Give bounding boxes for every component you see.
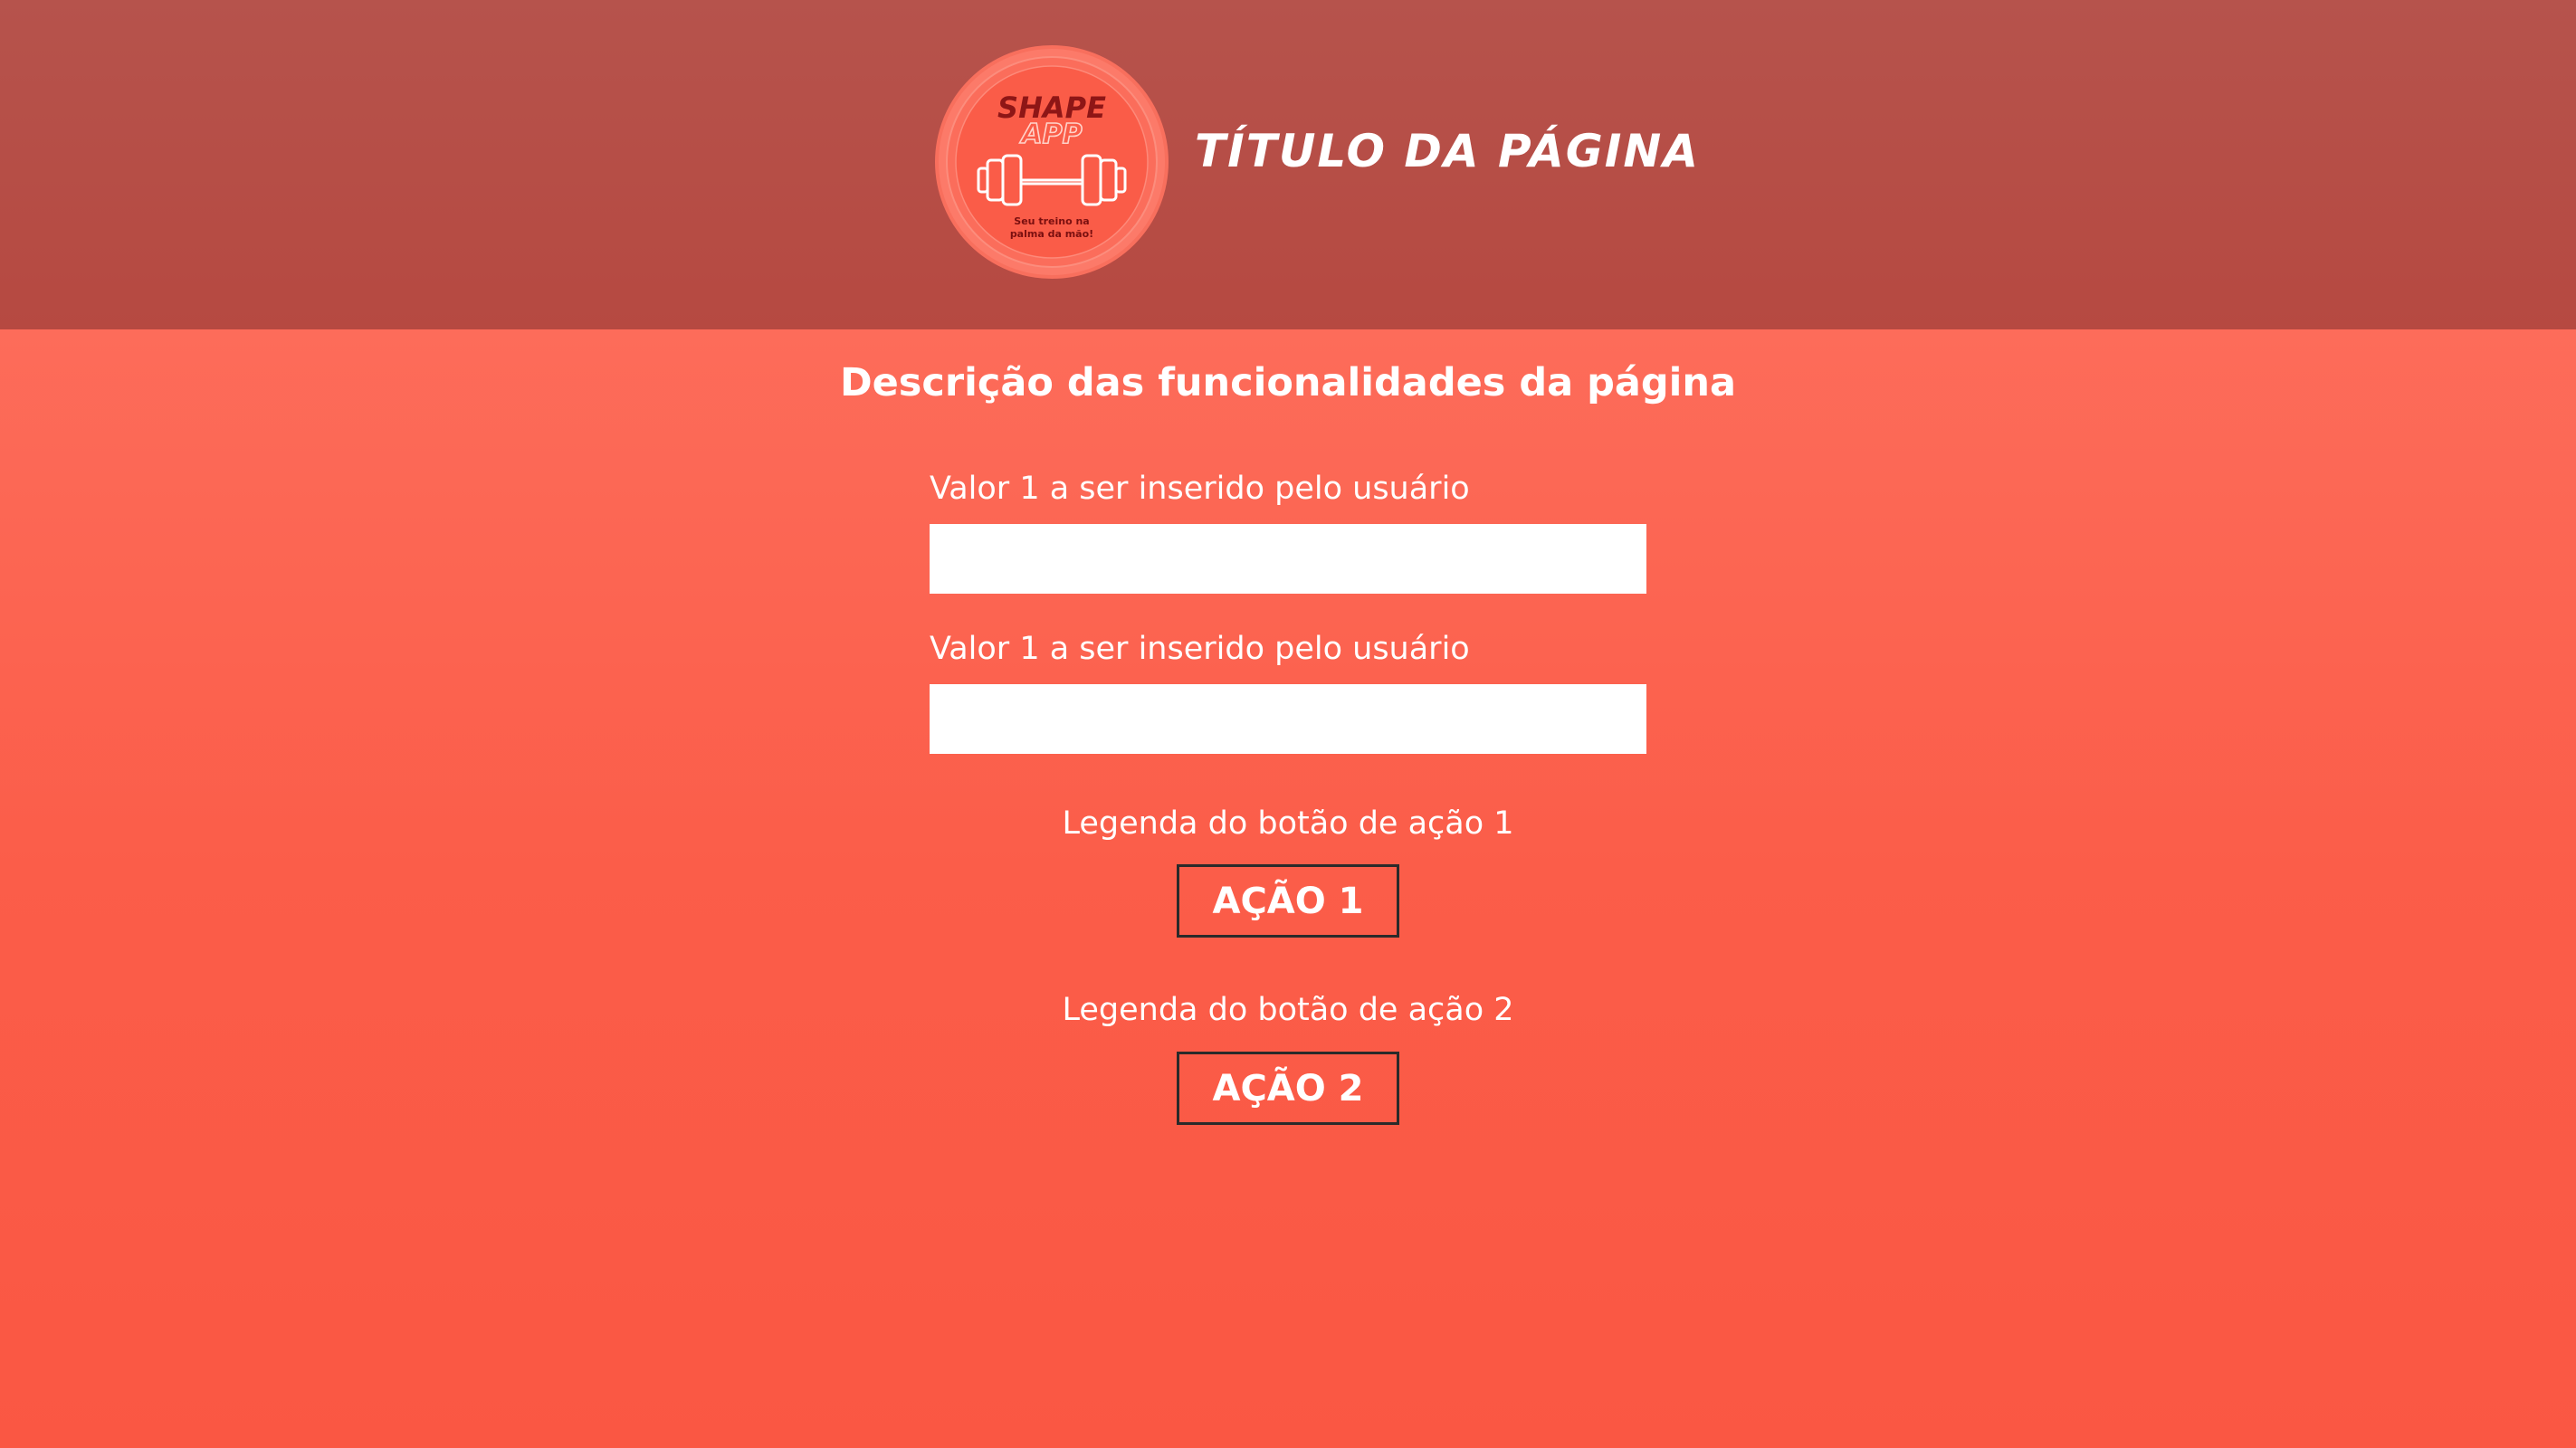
field-1-label: Valor 1 a ser inserido pelo usuário [930, 471, 1470, 507]
action-2-caption: Legenda do botão de ação 2 [1062, 992, 1514, 1028]
app-logo: SHAPE APP Seu treino na palma da mão! [935, 45, 1169, 279]
header: SHAPE APP Seu treino na palma da mão! TÍ… [0, 0, 2576, 329]
logo-tagline-2: palma da mão! [1010, 228, 1093, 240]
value-2-input[interactable] [930, 684, 1646, 754]
value-1-input[interactable] [930, 524, 1646, 594]
logo-badge: SHAPE APP Seu treino na palma da mão! [935, 45, 1169, 279]
action-1-caption: Legenda do botão de ação 1 [1062, 805, 1514, 842]
action-2-button[interactable]: AÇÃO 2 [1177, 1052, 1399, 1125]
logo-tagline-1: Seu treino na [1014, 215, 1089, 227]
page-title: TÍTULO DA PÁGINA [1195, 125, 1700, 177]
page-description: Descrição das funcionalidades da página [839, 360, 1737, 405]
logo-text-app: APP [1019, 119, 1082, 150]
action-1-button[interactable]: AÇÃO 1 [1177, 864, 1399, 938]
field-2-label: Valor 1 a ser inserido pelo usuário [930, 631, 1470, 667]
